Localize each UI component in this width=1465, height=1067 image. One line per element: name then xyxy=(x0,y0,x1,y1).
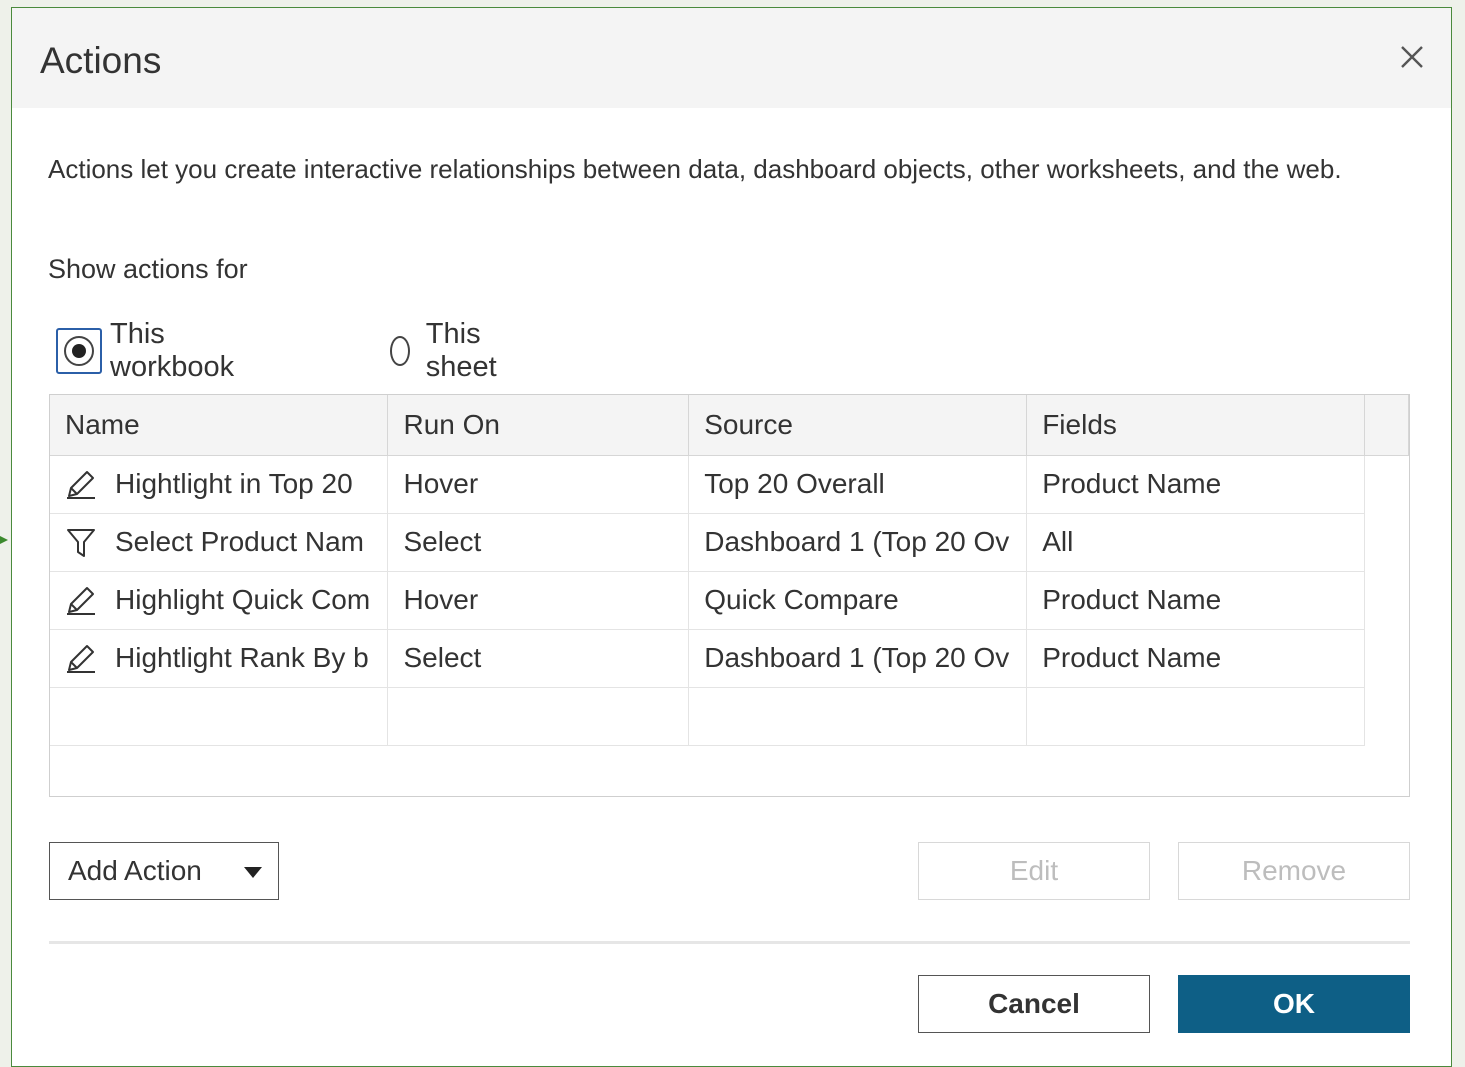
fields-cell: Product Name xyxy=(1026,629,1366,688)
footer-divider xyxy=(49,941,1410,944)
action-name-cell: Highlight Quick Com xyxy=(65,584,387,616)
caret-down-icon xyxy=(244,867,262,878)
action-name: Hightlight in Top 20 xyxy=(115,468,353,499)
action-name: Hightlight Rank By b xyxy=(115,642,369,673)
pencil-icon xyxy=(67,587,95,615)
dialog-titlebar: Actions xyxy=(12,8,1451,108)
radio-label[interactable]: This sheet xyxy=(426,318,507,384)
close-icon[interactable] xyxy=(1399,44,1425,70)
action-name: Highlight Quick Com xyxy=(115,584,371,615)
ok-button[interactable]: OK xyxy=(1178,975,1410,1033)
source-cell: Quick Compare xyxy=(688,571,1028,630)
show-actions-label: Show actions for xyxy=(48,254,248,284)
run-on-cell: Hover xyxy=(387,455,690,514)
table-row-empty xyxy=(50,687,1409,746)
source-cell: Top 20 Overall xyxy=(688,455,1028,514)
source-cell: Dashboard 1 (Top 20 Ov xyxy=(688,513,1028,572)
table-row[interactable]: Hightlight Rank By b Select Dashboard 1 … xyxy=(50,629,1409,688)
edit-button[interactable]: Edit xyxy=(918,842,1150,900)
run-on-cell: Select xyxy=(387,629,690,688)
actions-table: Name Run On Source Fields Hightlight in … xyxy=(49,394,1410,797)
add-action-label: Add Action xyxy=(68,855,202,886)
radio-label[interactable]: This workbook xyxy=(110,318,234,384)
cancel-button[interactable]: Cancel xyxy=(918,975,1150,1033)
dialog-title: Actions xyxy=(40,40,162,81)
radio-this-workbook[interactable]: This workbook xyxy=(56,318,234,384)
column-header-fields[interactable]: Fields xyxy=(1026,395,1366,456)
radio-button-checked[interactable] xyxy=(64,336,94,366)
pencil-icon xyxy=(67,645,95,673)
radio-focus-ring xyxy=(56,328,102,374)
radio-this-sheet[interactable]: This sheet xyxy=(382,318,507,384)
column-header-source[interactable]: Source xyxy=(688,395,1028,456)
fields-cell: All xyxy=(1026,513,1366,572)
add-action-dropdown-button[interactable]: Add Action xyxy=(49,842,279,900)
run-on-cell: Select xyxy=(387,513,690,572)
fields-cell: Product Name xyxy=(1026,571,1366,630)
source-cell: Dashboard 1 (Top 20 Ov xyxy=(688,629,1028,688)
table-header-row: Name Run On Source Fields xyxy=(50,395,1409,456)
action-name-cell: Hightlight Rank By b xyxy=(65,642,387,674)
table-row[interactable]: Select Product Nam Select Dashboard 1 (T… xyxy=(50,513,1409,572)
fields-cell: Product Name xyxy=(1026,455,1366,514)
column-header-name[interactable]: Name xyxy=(50,395,389,456)
run-on-cell: Hover xyxy=(387,571,690,630)
remove-button[interactable]: Remove xyxy=(1178,842,1410,900)
table-row[interactable]: Highlight Quick Com Hover Quick Compare … xyxy=(50,571,1409,630)
table-row[interactable]: Hightlight in Top 20 Hover Top 20 Overal… xyxy=(50,455,1409,514)
column-header-run-on[interactable]: Run On xyxy=(387,395,690,456)
action-name-cell: Select Product Nam xyxy=(65,526,387,558)
column-header-spacer xyxy=(1364,395,1409,456)
green-arrow-icon xyxy=(0,536,8,544)
actions-dialog: Actions Actions let you create interacti… xyxy=(11,7,1452,1067)
action-name: Select Product Nam xyxy=(115,526,364,557)
action-name-cell: Hightlight in Top 20 xyxy=(65,468,387,500)
dialog-description: Actions let you create interactive relat… xyxy=(48,154,1342,184)
pencil-icon xyxy=(67,471,95,499)
filter-icon xyxy=(67,529,95,557)
radio-button-unchecked[interactable] xyxy=(390,336,410,366)
